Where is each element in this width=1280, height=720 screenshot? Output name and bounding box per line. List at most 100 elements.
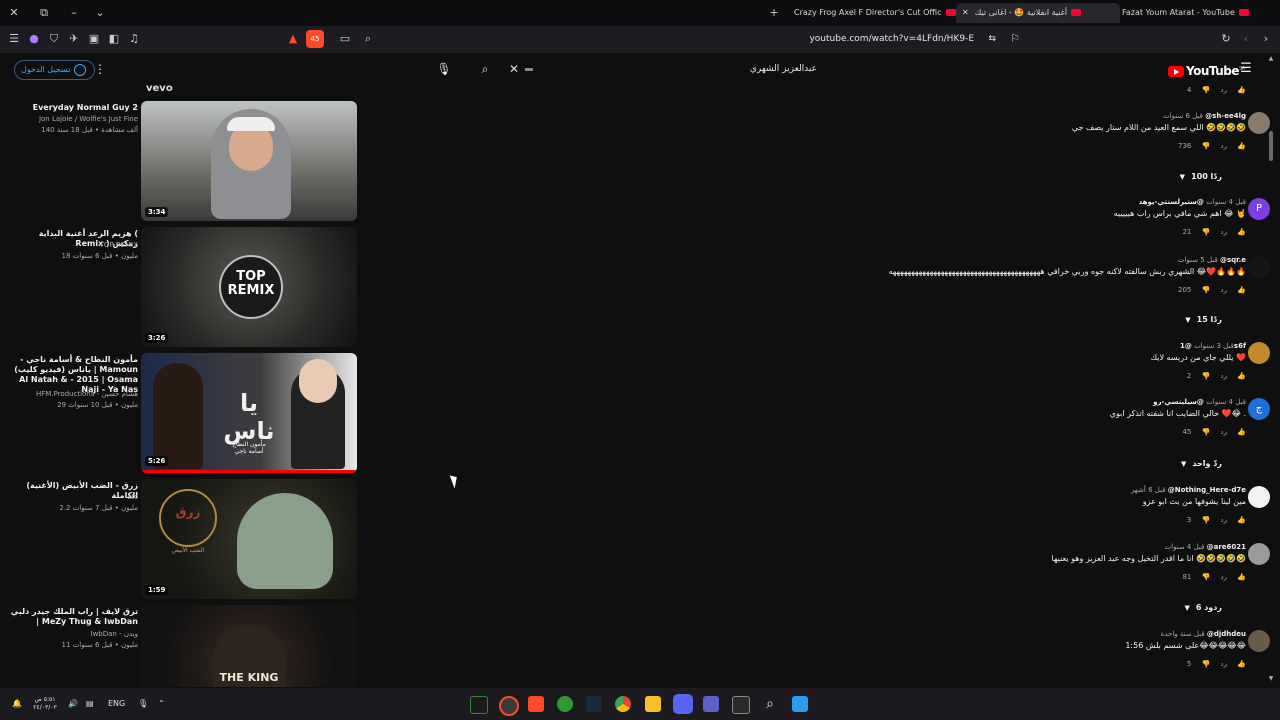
- video-thumbnail[interactable]: يا ناس مأمون النطاح أسامة ناجي 5:26: [141, 353, 357, 473]
- app-icon-a[interactable]: [470, 696, 488, 714]
- warning-icon[interactable]: ▲: [285, 31, 301, 47]
- reply-button[interactable]: رد: [1221, 142, 1228, 150]
- video-thumbnail[interactable]: THE KING: [141, 605, 357, 687]
- guide-menu-icon[interactable]: ☰: [1238, 61, 1254, 77]
- dislike-icon[interactable]: 👎: [1202, 86, 1211, 94]
- reply-button[interactable]: رد: [1221, 573, 1228, 581]
- channel-name[interactable]: HFM.Productions - هشام حسين: [10, 390, 138, 398]
- recommendation-item[interactable]: THE KING ترق لايف | راب الملك جيدر دلبي …: [0, 605, 360, 687]
- clear-search-icon[interactable]: ✕: [509, 59, 519, 80]
- brave-browser-icon[interactable]: [528, 696, 544, 712]
- reply-button[interactable]: رد: [1221, 516, 1228, 524]
- address-bar[interactable]: youtube.com/watch?v=4LFdn/HK9-E ⇆: [560, 30, 1000, 49]
- screenshot-icon[interactable]: ▣: [86, 31, 102, 47]
- sign-in-button[interactable]: تسجيل الدخول: [14, 60, 96, 80]
- more-options-icon[interactable]: ⋮: [94, 61, 106, 77]
- browser-logo-icon[interactable]: ⧉: [36, 5, 52, 21]
- sidebar-icon[interactable]: ◧: [106, 31, 122, 47]
- task-view-icon[interactable]: [732, 696, 750, 714]
- youtube-logo[interactable]: YouTubeSA: [1168, 61, 1245, 78]
- like-icon[interactable]: 👍: [1237, 516, 1246, 524]
- reply-button[interactable]: رد: [1221, 428, 1228, 436]
- channel-name[interactable]: IwbDan - ويدن: [10, 630, 138, 638]
- comment-author[interactable]: @Nothing_Here-d7e: [1168, 486, 1246, 494]
- recommendation-item[interactable]: 3:34 vevo Everyday Normal Guy 2 Jon Lajo…: [0, 83, 360, 223]
- comment-author[interactable]: @سيلينسي-رو: [1153, 398, 1204, 406]
- clock[interactable]: ٥:٥١ ص ٢٤/٠٣/٠٣: [30, 696, 60, 712]
- like-icon[interactable]: 👍: [1237, 286, 1246, 294]
- notification-bell-icon[interactable]: 🔔: [12, 696, 22, 712]
- new-tab-button[interactable]: +: [766, 5, 782, 21]
- comment-author[interactable]: @djdhdeu: [1207, 630, 1246, 638]
- minimize-icon[interactable]: –: [66, 5, 82, 21]
- ad-blocker-badge[interactable]: 45: [306, 30, 324, 48]
- comment-author[interactable]: @ستيرلسنتي-يوهد: [1139, 198, 1204, 206]
- view-replies-button[interactable]: ▼ 100 ردًا: [1180, 172, 1222, 181]
- scroll-down-arrow-icon[interactable]: ▼: [1266, 675, 1276, 683]
- video-thumbnail[interactable]: TOP REMIX 3:26: [141, 227, 357, 347]
- network-icon[interactable]: ▤: [86, 696, 94, 712]
- steam-icon[interactable]: [586, 696, 602, 712]
- language-indicator[interactable]: ENG: [108, 696, 125, 712]
- dislike-icon[interactable]: 👎: [1202, 516, 1211, 524]
- comment-author[interactable]: @sh-ee4lg: [1205, 112, 1246, 120]
- teams-icon[interactable]: [703, 696, 719, 712]
- like-icon[interactable]: 👍: [1237, 228, 1246, 236]
- tab-crazy-frog[interactable]: Crazy Frog Axel F Director's Cut Offic: [788, 3, 958, 23]
- video-thumbnail[interactable]: زرق الضب الأبيض 1:59: [141, 479, 357, 599]
- bookmark-icon[interactable]: ⚐: [1007, 31, 1023, 47]
- recommendation-item[interactable]: يا ناس مأمون النطاح أسامة ناجي 5:26 مأمو…: [0, 353, 360, 475]
- reply-button[interactable]: رد: [1221, 286, 1228, 294]
- scrollbar-thumb[interactable]: [1269, 131, 1273, 161]
- back-icon[interactable]: ‹: [1238, 31, 1254, 47]
- like-icon[interactable]: 👍: [1237, 86, 1246, 94]
- close-window-icon[interactable]: ✕: [6, 5, 22, 21]
- shield-icon[interactable]: ⛉: [46, 31, 62, 47]
- view-replies-button[interactable]: ▼ 15 ردًا: [1185, 315, 1222, 324]
- windows-search-icon[interactable]: ⌕: [762, 696, 778, 712]
- dislike-icon[interactable]: 👎: [1202, 573, 1211, 581]
- picture-in-picture-icon[interactable]: ▭: [337, 31, 353, 47]
- search-icon[interactable]: ⌕: [360, 31, 376, 47]
- reply-button[interactable]: رد: [1221, 86, 1228, 94]
- comment-author[interactable]: @are6021: [1207, 543, 1246, 551]
- xbox-icon[interactable]: [557, 696, 573, 712]
- extension-icon[interactable]: ●: [26, 31, 42, 47]
- tab-fazat-youm[interactable]: Fazat Youm Atarat - YouTube: [1116, 3, 1278, 23]
- reply-button[interactable]: رد: [1221, 372, 1228, 380]
- channel-name[interactable]: Jon Lajoie / Wolfie's Just Fine: [10, 115, 138, 123]
- dislike-icon[interactable]: 👎: [1202, 660, 1211, 668]
- volume-icon[interactable]: 🔊: [68, 696, 78, 712]
- view-replies-button[interactable]: ▼ 6 ردود: [1184, 603, 1222, 612]
- scroll-up-arrow-icon[interactable]: ▲: [1266, 55, 1276, 63]
- chrome-icon[interactable]: [615, 696, 631, 712]
- channel-name[interactable]: TOP REMIX: [10, 241, 138, 249]
- video-title[interactable]: مأمون النطاح & أسامة ناجي - ياناس (فيديو…: [10, 355, 138, 395]
- video-title[interactable]: ترق لايف | راب الملك جيدر دلبي | MeZy Th…: [10, 607, 138, 627]
- music-icon[interactable]: ♫: [126, 31, 142, 47]
- video-title[interactable]: Everyday Normal Guy 2: [10, 103, 138, 113]
- dislike-icon[interactable]: 👎: [1202, 372, 1211, 380]
- edit-url-icon[interactable]: ⇆: [988, 30, 996, 49]
- dislike-icon[interactable]: 👎: [1202, 428, 1211, 436]
- rocket-icon[interactable]: ✈: [66, 31, 82, 47]
- like-icon[interactable]: 👍: [1237, 660, 1246, 668]
- search-button[interactable]: ⌕: [475, 59, 495, 79]
- tab-current[interactable]: ✕ أغنية انفلاتية 🤩 - اغانى تيك: [956, 3, 1120, 23]
- close-tab-icon[interactable]: ✕: [962, 8, 969, 17]
- reply-button[interactable]: رد: [1221, 660, 1228, 668]
- dislike-icon[interactable]: 👎: [1202, 286, 1211, 294]
- forward-icon[interactable]: ›: [1258, 31, 1274, 47]
- page-scrollbar[interactable]: ▲ ▼: [1266, 55, 1276, 685]
- video-thumbnail[interactable]: 3:34: [141, 101, 357, 221]
- tab-list-chevron-icon[interactable]: ⌄: [92, 5, 108, 21]
- file-explorer-icon[interactable]: [645, 696, 661, 712]
- like-icon[interactable]: 👍: [1237, 573, 1246, 581]
- search-input[interactable]: ✕ عبدالعزيز الشهري: [505, 59, 825, 80]
- windows-start-icon[interactable]: [792, 696, 808, 712]
- dislike-icon[interactable]: 👎: [1202, 142, 1211, 150]
- comment-author[interactable]: @sqr.e: [1220, 256, 1246, 264]
- menu-icon[interactable]: ☰: [6, 31, 22, 47]
- like-icon[interactable]: 👍: [1237, 372, 1246, 380]
- view-replies-button[interactable]: ▼ ردّ واحد: [1181, 459, 1222, 468]
